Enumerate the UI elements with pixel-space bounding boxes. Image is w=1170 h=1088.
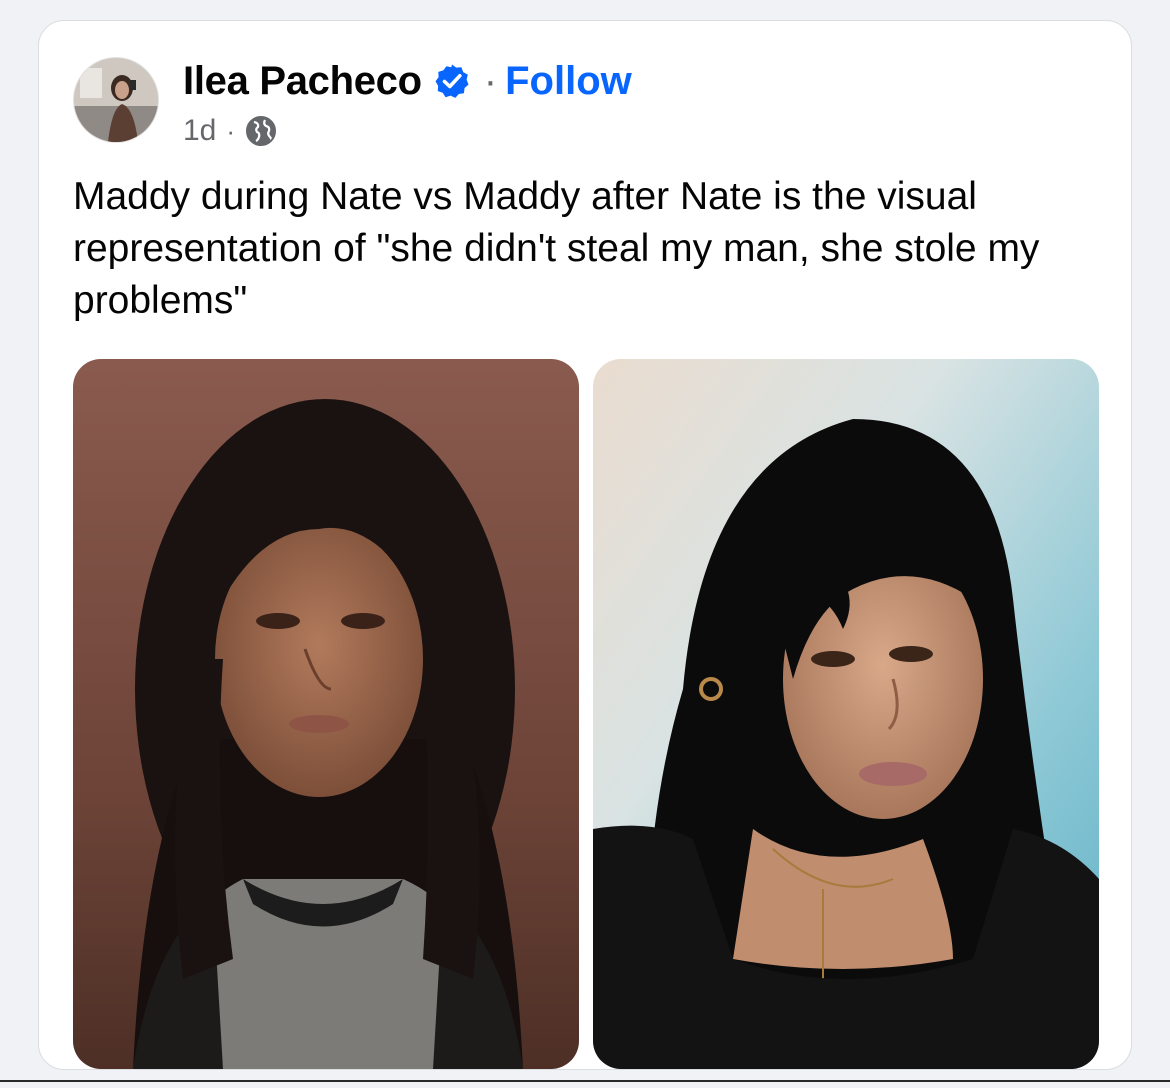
author-row: Ilea Pacheco · Follow: [183, 57, 632, 105]
author-avatar[interactable]: [73, 57, 159, 143]
meta-separator-dot: ·: [226, 115, 236, 146]
post-header: Ilea Pacheco · Follow 1d ·: [73, 53, 1073, 147]
photo-left[interactable]: [73, 359, 579, 1069]
post-meta: 1d ·: [183, 113, 277, 149]
author-name[interactable]: Ilea Pacheco: [183, 59, 422, 104]
follow-button[interactable]: Follow: [505, 59, 632, 104]
post-timestamp[interactable]: 1d: [183, 114, 216, 148]
globe-icon[interactable]: [245, 115, 277, 147]
photo-left-image: [73, 359, 579, 1069]
verified-badge-icon: [434, 63, 470, 99]
post-card: Ilea Pacheco · Follow 1d · Maddy during …: [38, 20, 1132, 1070]
separator-dot: ·: [483, 58, 498, 103]
photo-right-image: [593, 359, 1099, 1069]
bottom-divider: [0, 1080, 1170, 1082]
post-caption: Maddy during Nate vs Maddy after Nate is…: [73, 175, 1040, 322]
photo-right[interactable]: [593, 359, 1099, 1069]
avatar-photo: [74, 58, 158, 142]
